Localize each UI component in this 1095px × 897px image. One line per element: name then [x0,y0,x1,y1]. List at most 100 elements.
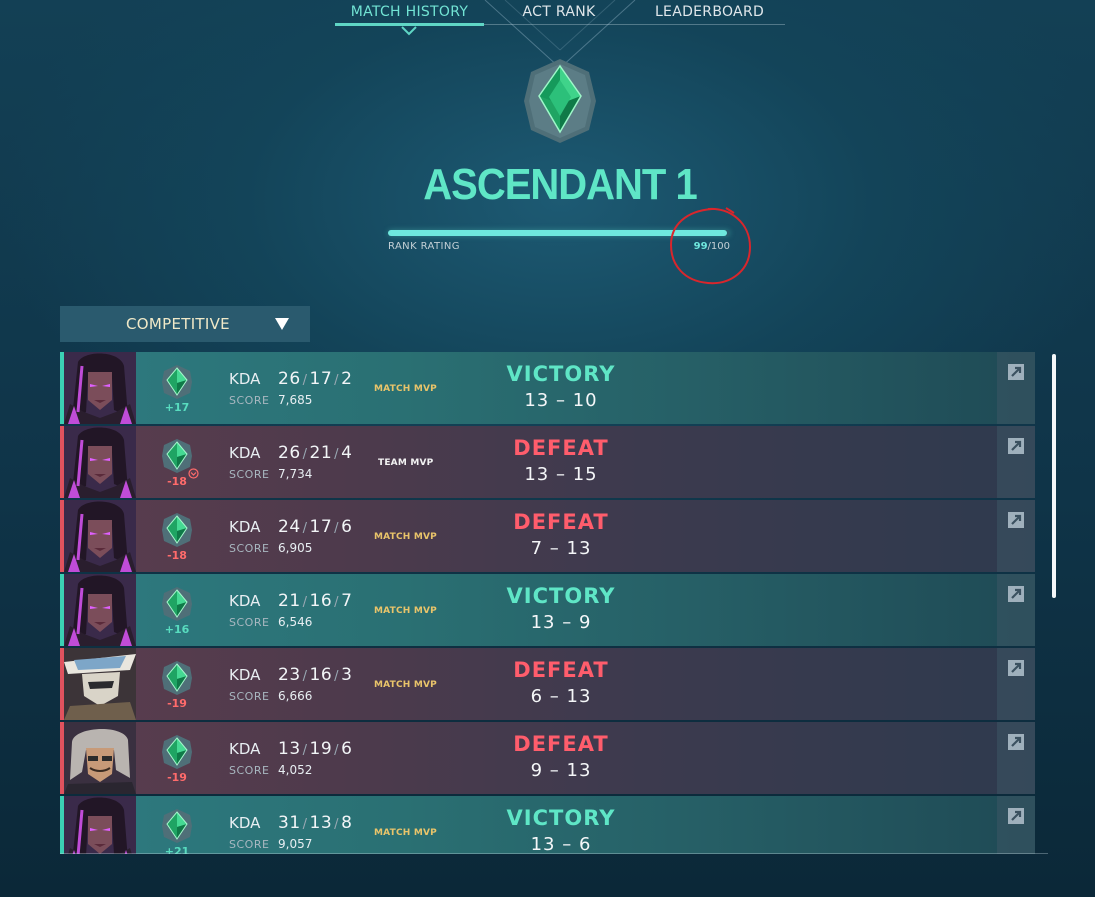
deaths: 17 [309,369,333,389]
round-score: 9 – 13 [530,760,592,781]
kda-label: KDA [229,740,261,758]
deaths: 16 [309,591,333,611]
match-result: VICTORY [506,584,616,608]
kda-value: 31/13/8 [278,813,353,833]
top-tabs: MATCH HISTORY ACT RANK LEADERBOARD [335,0,785,36]
round-score: 13 – 15 [524,464,598,485]
map-thumbnail [720,500,1035,572]
match-result: DEFEAT [513,436,609,460]
deaths: 17 [309,517,333,537]
map-thumbnail [720,796,1035,854]
assists: 4 [341,443,353,463]
combat-score: 6,546 [278,615,313,629]
kda-value: 23/16/3 [278,665,353,685]
combat-score: 7,734 [278,467,313,481]
match-row[interactable]: -19 KDA 13/19/6 SCORE 4,052 DEFEAT 9 – 13 [60,722,1035,794]
kda-value: 26/21/4 [278,443,353,463]
match-row[interactable]: +17 KDA 26/17/2 SCORE 7,685 MATCH MVP VICTORY 1… [60,352,1035,424]
kda-label: KDA [229,592,261,610]
kda-value: 24/17/6 [278,517,353,537]
assists: 6 [341,739,353,759]
deaths: 16 [309,665,333,685]
match-result: VICTORY [506,362,616,386]
open-match-details-button[interactable] [997,574,1035,646]
mvp-badge: TEAM MVP [378,458,434,468]
kills: 24 [278,517,301,537]
agent-portrait-icon [64,722,136,794]
score-label: SCORE [229,394,270,407]
kills: 31 [278,813,301,833]
kda-label: KDA [229,518,261,536]
match-row[interactable]: -19 KDA 23/16/3 SCORE 6,666 MATCH MVP DEFEAT 6 … [60,648,1035,720]
match-result: VICTORY [506,806,616,830]
match-result: DEFEAT [513,658,609,682]
queue-filter-label: COMPETITIVE [126,315,230,333]
score-label: SCORE [229,690,270,703]
kills: 13 [278,739,301,759]
kda-label: KDA [229,444,261,462]
rr-change: +16 [164,623,190,636]
kda-label: KDA [229,814,261,832]
deaths: 13 [309,813,333,833]
match-row[interactable]: -18 KDA 24/17/6 SCORE 6,905 MATCH MVP DEFEAT 7 … [60,500,1035,572]
open-match-details-button[interactable] [997,500,1035,572]
agent-portrait-icon [64,500,136,572]
map-thumbnail [720,352,1035,424]
map-thumbnail [720,648,1035,720]
combat-score: 7,685 [278,393,313,407]
tab-act-rank[interactable]: ACT RANK [484,0,634,24]
rank-icon [161,364,193,400]
kda-label: KDA [229,370,261,388]
mvp-badge: MATCH MVP [374,384,437,394]
rank-icon [161,512,193,548]
score-label: SCORE [229,468,270,481]
deaths: 21 [309,443,333,463]
round-score: 6 – 13 [530,686,592,707]
match-row[interactable]: +16 KDA 21/16/7 SCORE 6,546 MATCH MVP VICTORY 1… [60,574,1035,646]
match-row[interactable]: +21 KDA 31/13/8 SCORE 9,057 MATCH MVP VICTORY 1… [60,796,1035,854]
kda-label: KDA [229,666,261,684]
open-match-details-button[interactable] [997,722,1035,794]
match-row[interactable]: -18 KDA 26/21/4 SCORE 7,734 TEAM MVP DEFEAT 13 … [60,426,1035,498]
agent-portrait-icon [64,426,136,498]
match-result: DEFEAT [513,732,609,756]
agent-portrait-icon [64,574,136,646]
round-score: 13 – 6 [530,834,592,854]
open-match-details-button[interactable] [997,352,1035,424]
queue-filter-dropdown[interactable]: COMPETITIVE [60,306,310,342]
assists: 6 [341,517,353,537]
kills: 26 [278,369,301,389]
rr-change: -18 [167,549,187,562]
kills: 26 [278,443,301,463]
kda-value: 26/17/2 [278,369,353,389]
assists: 8 [341,813,353,833]
agent-portrait-icon [64,352,136,424]
round-score: 13 – 10 [524,390,598,411]
assists: 3 [341,665,353,685]
map-thumbnail [720,574,1009,646]
combat-score: 6,905 [278,541,313,555]
rank-icon [161,586,193,622]
score-label: SCORE [229,764,270,777]
derank-protection-icon [188,464,199,479]
list-scrollbar[interactable] [1052,354,1056,598]
match-history-list: +17 KDA 26/17/2 SCORE 7,685 MATCH MVP VICTORY 1… [60,352,1035,854]
combat-score: 9,057 [278,837,313,851]
mvp-badge: MATCH MVP [374,606,437,616]
active-tab-caret-icon [401,26,417,36]
open-match-details-button[interactable] [997,648,1035,720]
tab-match-history[interactable]: MATCH HISTORY [335,0,484,24]
red-circle-annotation [669,207,752,285]
ascendant-rank-emblem-icon [524,59,596,143]
assists: 2 [341,369,353,389]
kills: 23 [278,665,301,685]
rank-name: ASCENDANT 1 [423,161,697,209]
tab-leaderboard[interactable]: LEADERBOARD [634,0,785,24]
open-match-details-button[interactable] [997,796,1035,854]
score-label: SCORE [229,542,270,555]
rr-change: -19 [167,697,187,710]
deaths: 19 [309,739,333,759]
open-match-details-button[interactable] [997,426,1035,498]
rank-icon [161,808,193,844]
kda-value: 13/19/6 [278,739,353,759]
